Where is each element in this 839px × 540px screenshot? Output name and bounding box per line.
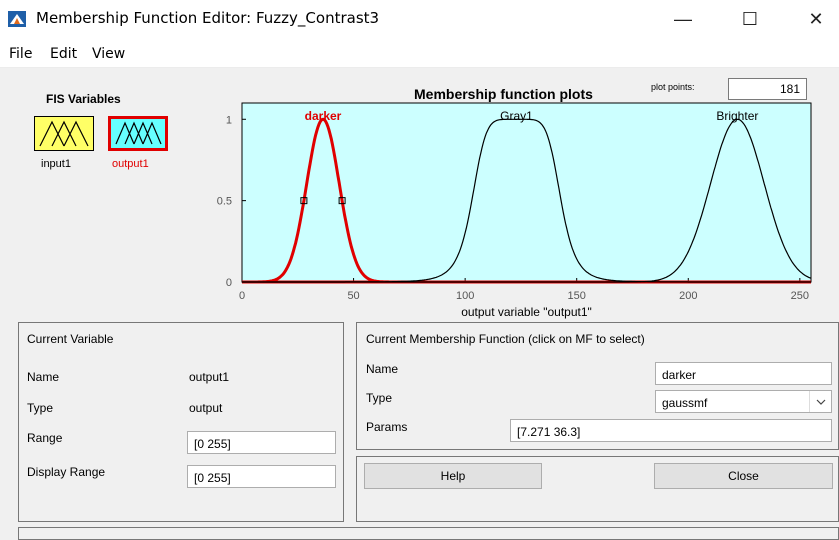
membership-function-plot[interactable]: 0 50 100 150 200 250 0 0.5 1 output variable "out… [0, 0, 839, 330]
help-button[interactable]: Help [364, 463, 542, 489]
variable-type-label: Type [27, 401, 54, 415]
status-panel [18, 527, 839, 540]
mf-type-label: Type [366, 391, 393, 405]
current-variable-title: Current Variable [27, 332, 114, 346]
variable-name-value: output1 [189, 370, 230, 384]
x-tick-label-50: 50 [347, 290, 359, 302]
close-button[interactable]: Close [654, 463, 833, 489]
mf-type-value: gaussmf [662, 396, 708, 410]
y-tick-label-1: 1 [226, 114, 232, 126]
mf-name-input[interactable]: darker [655, 362, 832, 385]
range-label: Range [27, 431, 63, 445]
current-variable-panel [18, 322, 344, 522]
mf-label-darker: darker [305, 109, 342, 123]
chevron-down-icon[interactable] [809, 391, 831, 412]
y-tick-label-0.5: 0.5 [217, 196, 232, 208]
display-range-label: Display Range [27, 465, 106, 479]
x-tick-label-150: 150 [568, 290, 586, 302]
mf-type-select[interactable]: gaussmf [655, 390, 832, 413]
range-input[interactable]: [0 255] [187, 431, 336, 454]
variable-type-value: output [189, 401, 223, 415]
y-tick-label-0: 0 [226, 277, 232, 289]
mf-label-brighter: Brighter [716, 109, 758, 123]
x-tick-label-0: 0 [239, 290, 245, 302]
current-mf-title: Current Membership Function (click on MF… [366, 332, 645, 346]
mf-params-input[interactable]: [7.271 36.3] [510, 419, 832, 442]
x-tick-label-100: 100 [456, 290, 474, 302]
x-axis-label: output variable "output1" [461, 305, 592, 319]
x-tick-label-250: 250 [791, 290, 809, 302]
mf-name-label: Name [366, 362, 399, 376]
variable-name-label: Name [27, 370, 60, 384]
mf-label-gray1: Gray1 [500, 109, 533, 123]
mf-params-label: Params [366, 420, 408, 434]
display-range-input[interactable]: [0 255] [187, 465, 336, 488]
x-tick-label-200: 200 [679, 290, 697, 302]
